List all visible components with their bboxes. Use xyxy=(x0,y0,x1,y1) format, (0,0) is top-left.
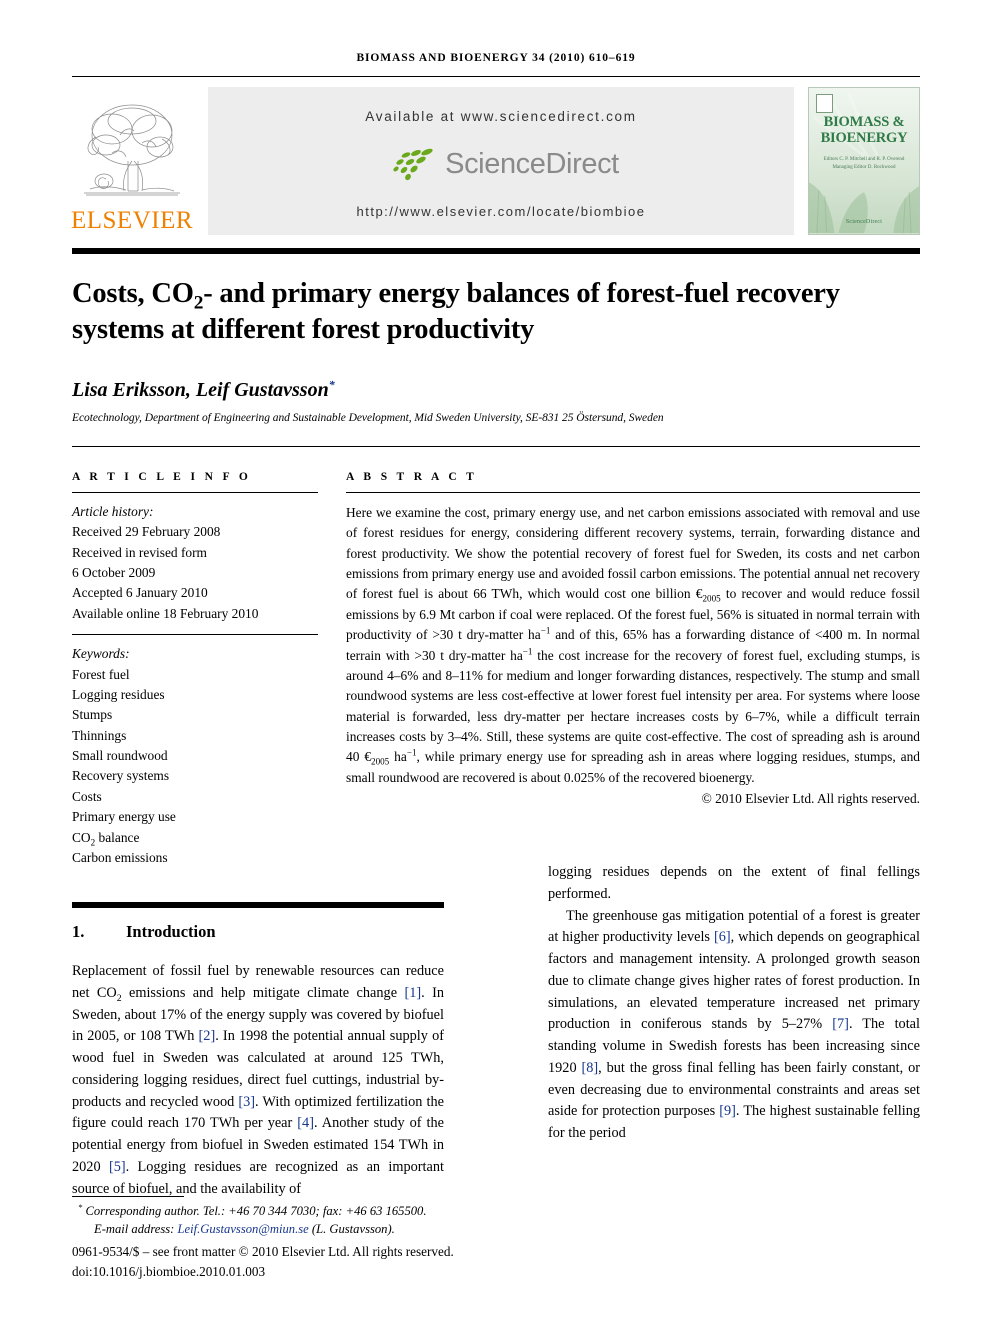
abstract-seg: the cost increase for the recovery of fo… xyxy=(346,647,920,765)
article-info-heading: A R T I C L E I N F O xyxy=(72,470,252,483)
citation-ref[interactable]: [2] xyxy=(199,1028,216,1044)
corresponding-author-note: * Corresponding author. Tel.: +46 70 344… xyxy=(72,1202,552,1220)
citation-ref[interactable]: [9] xyxy=(719,1103,736,1119)
keyword-item: Primary energy use xyxy=(72,809,176,825)
cover-title-line1: BIOMASS & xyxy=(823,114,905,130)
unit-exponent: −1 xyxy=(540,625,551,636)
corresponding-text: Corresponding author. Tel.: +46 70 344 7… xyxy=(85,1204,427,1219)
history-item: Received in revised form xyxy=(72,544,207,560)
sciencedirect-wordmark: ScienceDirect xyxy=(445,147,619,180)
sciencedirect-banner: Available at www.sciencedirect.com Scien… xyxy=(208,87,794,235)
affiliation: Ecotechnology, Department of Engineering… xyxy=(72,411,664,424)
citation-ref[interactable]: [5] xyxy=(109,1159,126,1175)
section-title: Introduction xyxy=(126,922,216,942)
paragraph: The greenhouse gas mitigation potential … xyxy=(548,906,920,1145)
footnote-block: * Corresponding author. Tel.: +46 70 344… xyxy=(72,1196,552,1281)
page-title: Costs, CO2- and primary energy balances … xyxy=(72,276,920,349)
body-columns: 1. Introduction Replacement of fossil fu… xyxy=(72,864,920,1200)
cover-corner-icon xyxy=(816,94,833,113)
unit-exponent: −1 xyxy=(522,646,533,657)
keywords-block: Keywords: Forest fuel Logging residues S… xyxy=(72,634,318,868)
author-names: Lisa Eriksson, Leif Gustavsson xyxy=(72,378,329,401)
issn-line: 0961-9534/$ – see front matter © 2010 El… xyxy=(72,1244,454,1260)
abstract-seg: , while primary energy use for spreading… xyxy=(346,749,920,785)
email-label: E-mail address: xyxy=(94,1222,175,1237)
header-rule xyxy=(72,76,920,77)
history-item: Received 29 February 2008 xyxy=(72,524,221,540)
article-info-underline xyxy=(72,491,318,493)
abstract-copyright: © 2010 Elsevier Ltd. All rights reserved… xyxy=(701,791,920,807)
keyword-item: Stumps xyxy=(72,707,113,723)
cover-footer-logo: ScienceDirect xyxy=(845,219,883,225)
citation-ref[interactable]: [8] xyxy=(581,1060,598,1076)
email-note: E-mail address: Leif.Gustavsson@miun.se … xyxy=(72,1220,552,1238)
article-history-label: Article history: xyxy=(72,503,154,519)
history-item: Available online 18 February 2010 xyxy=(72,605,259,621)
keywords-list: Keywords: Forest fuel Logging residues S… xyxy=(72,644,318,868)
article-info-column: A R T I C L E I N F O Article history: R… xyxy=(72,471,318,868)
keyword-item: Carbon emissions xyxy=(72,849,168,865)
text-seg: . Logging residues are recognized as an … xyxy=(72,1158,444,1197)
citation-ref[interactable]: [1] xyxy=(404,985,421,1001)
text-seg: emissions and help mitigate climate chan… xyxy=(121,985,405,1002)
euro-year-sub: 2005 xyxy=(702,594,721,605)
author-list: Lisa Eriksson, Leif Gustavsson* xyxy=(72,377,920,402)
keyword-item: Small roundwood xyxy=(72,748,168,764)
abstract-heading: A B S T R A C T xyxy=(346,470,478,483)
doi-line: doi:10.1016/j.biombioe.2010.01.003 xyxy=(72,1263,266,1279)
paragraph: logging residues depends on the extent o… xyxy=(548,864,920,903)
citation-ref[interactable]: [7] xyxy=(832,1016,849,1032)
elsevier-wordmark: ELSEVIER xyxy=(70,207,194,234)
elsevier-logo: ELSEVIER xyxy=(70,87,194,235)
cover-title: BIOMASS & BIOENERGY xyxy=(809,114,919,146)
keywords-label: Keywords: xyxy=(72,646,130,662)
email-link[interactable]: Leif.Gustavsson@miun.se xyxy=(178,1222,309,1236)
elsevier-tree-icon xyxy=(84,104,180,196)
article-history: Article history: Received 29 February 20… xyxy=(72,502,318,624)
citation-ref[interactable]: [3] xyxy=(238,1094,255,1110)
citation-ref[interactable]: [4] xyxy=(297,1115,314,1131)
citation-ref[interactable]: [6] xyxy=(714,929,731,945)
keywords-top-rule xyxy=(72,634,318,636)
masthead-bottom-rule xyxy=(72,248,920,254)
body-column-right: logging residues depends on the extent o… xyxy=(548,862,920,1154)
keyword-item: Logging residues xyxy=(72,686,165,702)
history-item: 6 October 2009 xyxy=(72,565,156,581)
abstract-column: A B S T R A C T Here we examine the cost… xyxy=(346,471,920,868)
running-head: BIOMASS AND BIOENERGY 34 (2010) 610–619 xyxy=(356,52,636,64)
keyword-item: Thinnings xyxy=(72,727,127,743)
corresponding-author-marker: * xyxy=(328,377,335,392)
sciencedirect-leaf-icon xyxy=(393,148,433,181)
title-subscript: 2 xyxy=(193,292,204,314)
keyword-item: CO2 balance xyxy=(72,829,140,848)
article-page: BIOMASS AND BIOENERGY 34 (2010) 610–619 xyxy=(0,0,992,1323)
cover-editors: Editors C. P. Mitchell and R. P. Overend… xyxy=(823,157,905,170)
euro-year-sub: 2005 xyxy=(371,757,390,768)
keyword-item: Recovery systems xyxy=(72,768,170,784)
asterisk-icon: * xyxy=(78,1202,83,1213)
title-part-a: Costs, CO xyxy=(72,278,194,309)
sciencedirect-logo: ScienceDirect xyxy=(383,147,619,181)
abstract-text: Here we examine the cost, primary energy… xyxy=(346,503,920,788)
available-at-text: Available at www.sciencedirect.com xyxy=(365,109,637,124)
footnote-rule xyxy=(72,1196,184,1198)
info-abstract-row: A R T I C L E I N F O Article history: R… xyxy=(72,471,920,868)
abstract-seg: ha xyxy=(389,749,407,765)
keyword-item: Forest fuel xyxy=(72,666,130,682)
masthead: ELSEVIER Available at www.sciencedirect.… xyxy=(70,87,920,235)
cover-title-line2: BIOENERGY xyxy=(820,130,908,147)
paragraph: Replacement of fossil fuel by renewable … xyxy=(72,961,444,1200)
body-column-left: 1. Introduction Replacement of fossil fu… xyxy=(72,908,444,1200)
history-item: Accepted 6 January 2010 xyxy=(72,585,208,601)
title-bottom-rule xyxy=(72,445,920,447)
section-number: 1. xyxy=(72,922,85,942)
email-suffix: (L. Gustavsson). xyxy=(311,1222,395,1237)
section-heading: 1. Introduction xyxy=(72,922,444,942)
journal-url: http://www.elsevier.com/locate/biombioe xyxy=(356,204,646,219)
unit-exponent: −1 xyxy=(406,747,417,758)
journal-cover-thumbnail: BIOMASS & BIOENERGY Editors C. P. Mitche… xyxy=(808,87,920,235)
keyword-item: Costs xyxy=(72,788,102,804)
abstract-underline xyxy=(346,491,920,493)
